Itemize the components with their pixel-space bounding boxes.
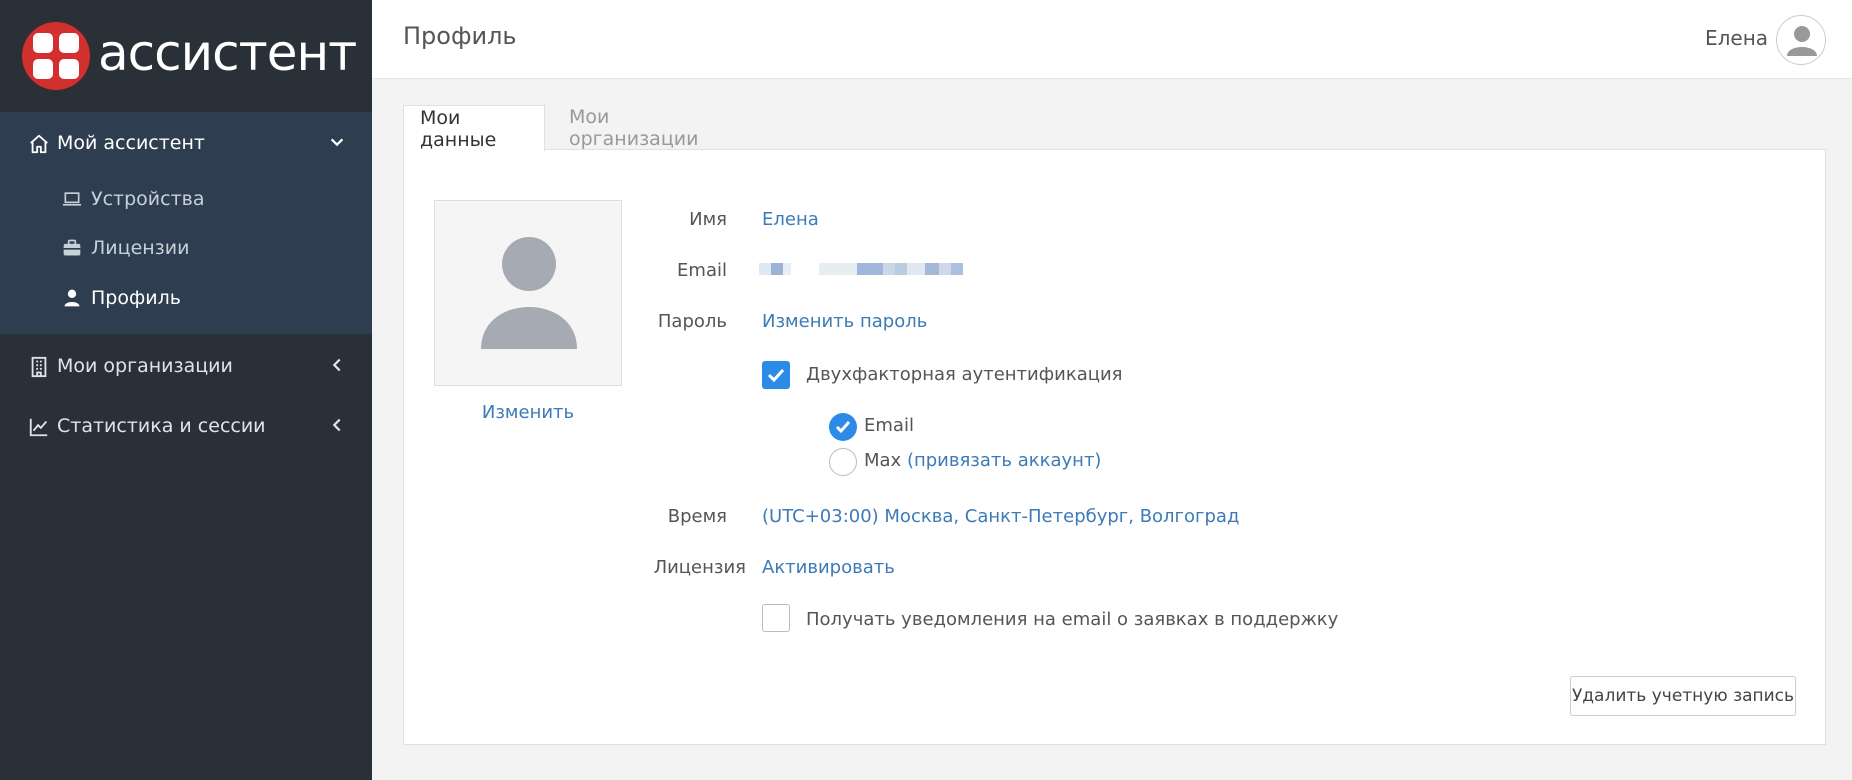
sidebar-item-statistics[interactable]: Статистика и сессии: [0, 398, 372, 454]
sidebar-item-label: Мои организации: [57, 355, 233, 377]
laptop-icon: [62, 192, 82, 206]
sidebar-item-profile[interactable]: Профиль: [0, 274, 372, 322]
email-label: Email: [677, 260, 727, 281]
method-max-label: Max: [864, 450, 902, 471]
two-factor-checkbox[interactable]: [762, 361, 790, 389]
tab-my-organizations[interactable]: Мои организации: [553, 105, 714, 151]
sidebar-item-label: Лицензии: [91, 237, 190, 259]
check-icon: [767, 368, 785, 383]
change-photo-link[interactable]: Изменить: [434, 402, 622, 423]
timezone-link[interactable]: (UTC+03:00) Москва, Санкт-Петербург, Вол…: [762, 506, 1239, 527]
building-icon: [31, 356, 47, 378]
sidebar: ассистент Мой ассистент Устройства Лицен…: [0, 0, 372, 780]
notify-checkbox[interactable]: [762, 604, 790, 632]
user-placeholder-icon: [481, 237, 577, 349]
activate-license-link[interactable]: Активировать: [762, 557, 895, 578]
delete-account-button[interactable]: Удалить учетную запись: [1570, 676, 1796, 716]
sidebar-item-licenses[interactable]: Лицензии: [0, 224, 372, 272]
sidebar-item-label: Устройства: [91, 188, 205, 210]
topbar: Профиль Елена: [372, 0, 1852, 79]
change-password-link[interactable]: Изменить пароль: [762, 311, 927, 332]
check-icon: [835, 421, 851, 434]
sidebar-item-label: Профиль: [91, 287, 181, 309]
method-max-row: Max (привязать аккаунт): [864, 450, 1101, 471]
user-icon: [64, 289, 80, 307]
sidebar-item-label: Статистика и сессии: [57, 415, 266, 437]
profile-card: Изменить Имя Елена Email Пароль Изменить…: [403, 149, 1826, 745]
user-avatar-icon: [1787, 26, 1817, 56]
profile-photo: [434, 200, 622, 386]
method-max-radio[interactable]: [829, 448, 857, 476]
avatar[interactable]: [1776, 15, 1826, 65]
home-icon: [30, 134, 48, 154]
link-account-link[interactable]: (привязать аккаунт): [907, 450, 1102, 471]
name-value: Елена: [762, 209, 819, 230]
name-label: Имя: [689, 209, 727, 230]
chevron-left-icon: [332, 418, 341, 432]
sidebar-item-my-assistant[interactable]: Мой ассистент: [0, 115, 372, 171]
method-email-radio[interactable]: [829, 413, 857, 441]
notify-label: Получать уведомления на email о заявках …: [806, 609, 1339, 630]
password-label: Пароль: [657, 311, 727, 332]
chevron-down-icon: [330, 138, 344, 147]
tab-my-data[interactable]: Мои данные: [403, 105, 545, 151]
page-title: Профиль: [403, 22, 517, 50]
briefcase-icon: [63, 239, 81, 256]
logo-icon: [22, 22, 90, 90]
sidebar-item-devices[interactable]: Устройства: [0, 175, 372, 223]
license-label: Лицензия: [653, 557, 746, 578]
user-name[interactable]: Елена: [1705, 26, 1768, 50]
sidebar-item-label: Мой ассистент: [57, 132, 205, 154]
logo[interactable]: ассистент: [0, 0, 372, 112]
time-label: Время: [667, 506, 727, 527]
chart-icon: [29, 418, 48, 437]
two-factor-label: Двухфакторная аутентификация: [806, 364, 1123, 385]
sidebar-item-organizations[interactable]: Мои организации: [0, 338, 372, 394]
logo-text: ассистент: [98, 24, 357, 82]
main-content: Профиль Елена Мои данные Мои организации…: [372, 0, 1852, 780]
chevron-left-icon: [332, 358, 341, 372]
method-email-label: Email: [864, 415, 914, 436]
